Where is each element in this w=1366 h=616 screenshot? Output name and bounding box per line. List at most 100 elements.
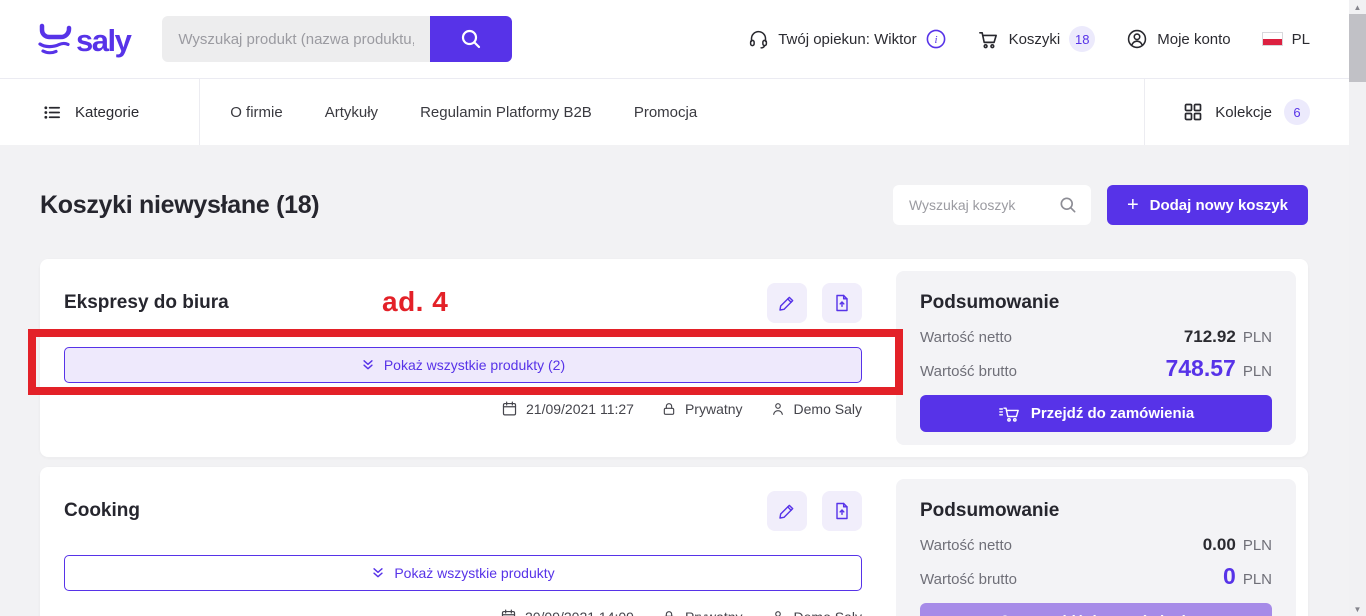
summary-title: Podsumowanie <box>920 292 1272 314</box>
header-carts-label: Koszyki <box>1009 31 1061 48</box>
cart-owner: Demo Saly <box>770 608 862 616</box>
go-to-order-button[interactable]: Przejdź do zamówienia <box>920 603 1272 616</box>
net-label: Wartość netto <box>920 329 1012 346</box>
gross-value: 748.57 <box>1165 355 1235 382</box>
cart-date: 20/09/2021 14:09 <box>500 608 634 616</box>
list-icon <box>43 103 62 122</box>
language-label: PL <box>1292 31 1310 48</box>
order-cart-icon <box>998 612 1020 616</box>
cart-card-cooking: Cooking <box>40 467 1308 616</box>
scrollbar-thumb[interactable] <box>1349 14 1366 82</box>
lock-icon <box>661 609 677 616</box>
brand-name: saly <box>76 25 130 56</box>
cart-meta: 21/09/2021 11:27 Prywatny <box>64 400 862 417</box>
show-products-button[interactable]: Pokaż wszystkie produkty <box>64 555 862 591</box>
page-title: Koszyki niewysłane (18) <box>40 191 319 220</box>
cart-name: Ekspresy do biura <box>64 283 229 314</box>
caretaker-label: Twój opiekun: Wiktor <box>778 31 916 48</box>
cart-card-body: Ekspresy do biura <box>40 259 884 457</box>
gross-currency: PLN <box>1243 363 1272 380</box>
categories-label: Kategorie <box>75 104 139 121</box>
scroll-up-arrow-icon[interactable]: ▲ <box>1354 0 1362 14</box>
double-chevron-down-icon <box>361 358 375 372</box>
cart-visibility: Prywatny <box>661 608 743 616</box>
account-item[interactable]: Moje konto <box>1126 28 1230 50</box>
gross-row: Wartość brutto 0 PLN <box>920 563 1272 590</box>
cart-date: 21/09/2021 11:27 <box>501 400 634 417</box>
go-to-order-label: Przejdź do zamówienia <box>1031 405 1194 422</box>
document-export-icon <box>832 293 852 313</box>
gross-row: Wartość brutto 748.57 PLN <box>920 355 1272 382</box>
info-icon[interactable]: i <box>926 29 946 49</box>
calendar-icon <box>500 608 517 616</box>
net-label: Wartość netto <box>920 537 1012 554</box>
product-search-input[interactable] <box>162 16 430 62</box>
export-cart-button[interactable] <box>822 491 862 531</box>
net-currency: PLN <box>1243 537 1272 554</box>
go-to-order-button[interactable]: Przejdź do zamówienia <box>920 395 1272 432</box>
collections-item[interactable]: Kolekcje 6 <box>1145 99 1310 125</box>
show-products-label: Pokaż wszystkie produkty (2) <box>384 357 565 373</box>
double-chevron-down-icon <box>371 566 385 580</box>
cart-card-body: Cooking <box>40 467 884 616</box>
top-header: saly Twój opiekun: Wiktor <box>0 0 1366 79</box>
product-search <box>162 16 512 62</box>
cart-card-header: Ekspresy do biura <box>64 283 862 323</box>
cart-actions <box>767 491 862 531</box>
edit-cart-button[interactable] <box>767 491 807 531</box>
nav-links: O firmie Artykuły Regulamin Platformy B2… <box>230 104 697 121</box>
calendar-icon <box>501 400 518 417</box>
account-icon <box>1126 28 1148 50</box>
summary-panel: Podsumowanie Wartość netto 712.92 PLN Wa… <box>896 271 1296 445</box>
header-right-menu: Twój opiekun: Wiktor i Koszyki 18 <box>748 26 1310 52</box>
language-item[interactable]: PL <box>1262 31 1310 48</box>
summary-panel: Podsumowanie Wartość netto 0.00 PLN Wart… <box>896 479 1296 616</box>
cart-card-ekspresy: ad. 4 Ekspresy do biura <box>40 259 1308 457</box>
search-icon <box>459 27 483 51</box>
page-title-row: Koszyki niewysłane (18) + Dodaj nowy kos… <box>40 183 1308 227</box>
add-cart-label: Dodaj nowy koszyk <box>1150 197 1288 214</box>
add-cart-button[interactable]: + Dodaj nowy koszyk <box>1107 185 1308 225</box>
cart-date-value: 21/09/2021 11:27 <box>526 401 634 417</box>
main-nav: Kategorie O firmie Artykuły Regulamin Pl… <box>0 79 1366 145</box>
header-carts-item[interactable]: Koszyki 18 <box>977 26 1096 52</box>
cart-visibility: Prywatny <box>661 400 743 417</box>
vertical-scrollbar[interactable]: ▲ ▼ <box>1349 0 1366 616</box>
nav-divider <box>199 79 200 145</box>
caretaker-item[interactable]: Twój opiekun: Wiktor i <box>748 29 945 50</box>
pencil-icon <box>777 293 797 313</box>
show-products-button[interactable]: Pokaż wszystkie produkty (2) <box>64 347 862 383</box>
export-cart-button[interactable] <box>822 283 862 323</box>
main-content: Koszyki niewysłane (18) + Dodaj nowy kos… <box>0 145 1366 616</box>
person-icon <box>770 609 786 616</box>
cart-search <box>893 185 1091 225</box>
categories-menu[interactable]: Kategorie <box>43 103 199 122</box>
nav-link-promocja[interactable]: Promocja <box>634 104 697 121</box>
cart-meta: 20/09/2021 14:09 Prywatny <box>64 608 862 616</box>
cart-swoosh-icon <box>33 22 75 56</box>
net-row: Wartość netto 712.92 PLN <box>920 327 1272 347</box>
search-button[interactable] <box>430 16 512 62</box>
net-value: 712.92 <box>1184 327 1236 347</box>
cart-actions <box>767 283 862 323</box>
lock-icon <box>661 401 677 417</box>
net-row: Wartość netto 0.00 PLN <box>920 535 1272 555</box>
nav-link-regulamin[interactable]: Regulamin Platformy B2B <box>420 104 592 121</box>
gross-value: 0 <box>1223 563 1236 590</box>
cart-card-header: Cooking <box>64 491 862 531</box>
person-icon <box>770 401 786 417</box>
collections-section: Kolekcje 6 <box>1144 79 1310 145</box>
cart-search-icon[interactable] <box>1058 195 1078 215</box>
edit-cart-button[interactable] <box>767 283 807 323</box>
cart-search-input[interactable] <box>909 197 1058 213</box>
nav-link-artykuly[interactable]: Artykuły <box>325 104 378 121</box>
nav-link-o-firmie[interactable]: O firmie <box>230 104 283 121</box>
order-cart-icon <box>998 404 1020 424</box>
plus-icon: + <box>1127 195 1139 215</box>
cart-owner-value: Demo Saly <box>794 609 862 616</box>
scroll-down-arrow-icon[interactable]: ▼ <box>1354 602 1362 616</box>
svg-text:i: i <box>934 34 937 46</box>
cart-icon <box>977 28 1000 51</box>
brand-logo[interactable]: saly <box>33 22 130 56</box>
cart-visibility-value: Prywatny <box>685 401 743 417</box>
